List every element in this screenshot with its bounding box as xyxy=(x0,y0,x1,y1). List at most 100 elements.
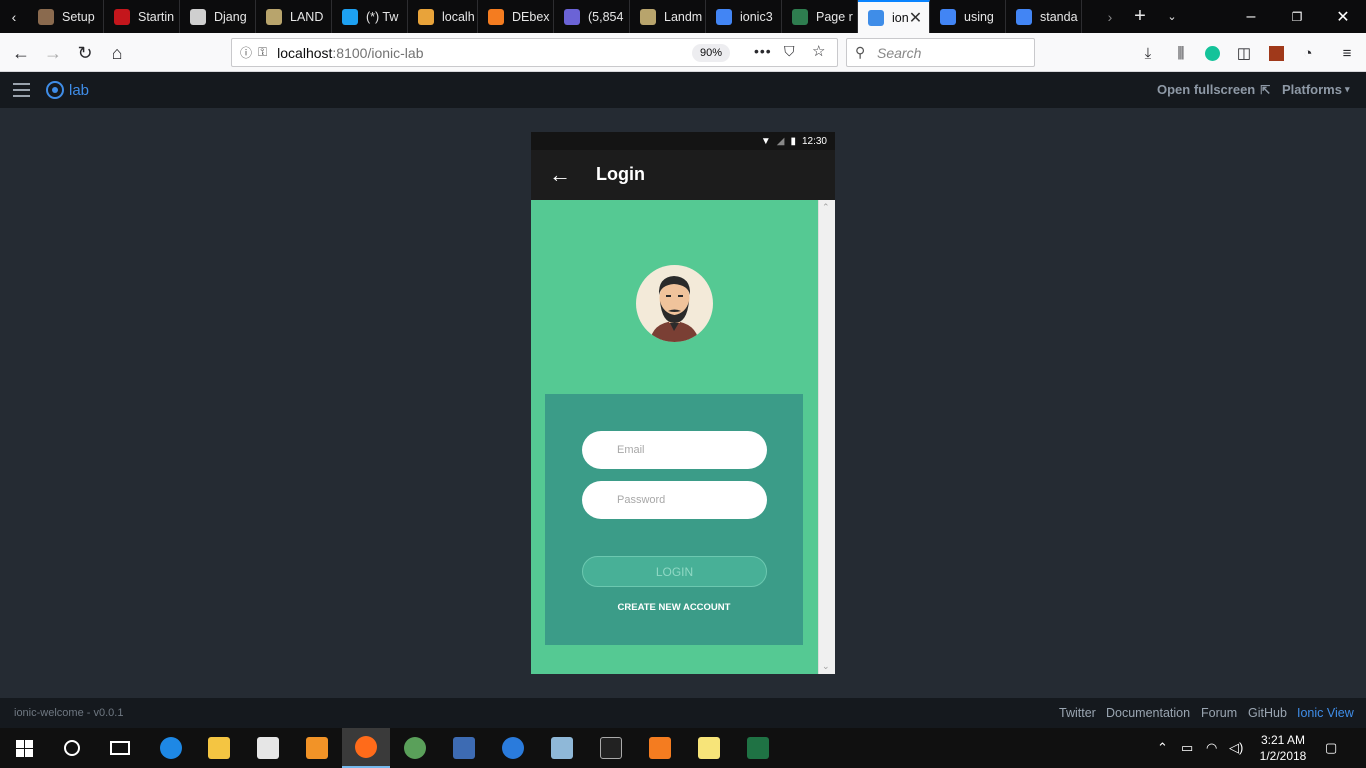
tab-label: ion xyxy=(892,10,909,25)
rd-favicon-icon xyxy=(114,8,130,25)
volume-icon[interactable]: ◁) xyxy=(1229,740,1243,756)
tab-label: Startin xyxy=(138,9,175,24)
scrollbar[interactable]: ⌃ ⌄ xyxy=(818,200,835,674)
battery-tray-icon[interactable]: ▭ xyxy=(1181,740,1193,756)
browser-tab[interactable]: (*) Tw xyxy=(332,0,408,33)
excel-icon[interactable] xyxy=(734,728,782,768)
library-icon[interactable]: ⫼ xyxy=(1170,42,1192,64)
globe-app-icon[interactable] xyxy=(391,728,439,768)
bookmark-star-icon[interactable]: ☆ xyxy=(812,42,825,60)
browser-tab[interactable]: (5,854 xyxy=(554,0,630,33)
scroll-down-icon[interactable]: ⌄ xyxy=(822,661,830,672)
notepad-app-icon[interactable] xyxy=(538,728,586,768)
sublime-text-icon[interactable] xyxy=(293,728,341,768)
footer-link-forum[interactable]: Forum xyxy=(1201,706,1237,720)
close-window-icon[interactable]: ✕ xyxy=(1320,0,1366,33)
email-field[interactable]: Email xyxy=(582,431,767,469)
clock-date: 1/2/2018 xyxy=(1259,749,1307,763)
google-icon xyxy=(1016,8,1032,25)
close-tab-icon[interactable]: ✕ xyxy=(909,8,922,28)
browser-tab[interactable]: Landm xyxy=(630,0,706,33)
file-explorer-icon[interactable] xyxy=(195,728,243,768)
cortana-search-icon[interactable] xyxy=(48,728,96,768)
browser-tab[interactable]: ion ✕ xyxy=(858,0,930,33)
browser-tab[interactable]: Setup xyxy=(28,0,104,33)
footer-link-github[interactable]: GitHub xyxy=(1248,706,1287,720)
bearded-man-avatar-icon xyxy=(650,276,699,342)
password-field[interactable]: Password xyxy=(582,481,767,519)
page-actions-icon[interactable]: ••• xyxy=(754,43,772,59)
tab-label: ionic3 xyxy=(740,9,773,24)
twitter-icon xyxy=(342,8,358,25)
xampp-favicon-icon xyxy=(488,8,504,25)
browser-tab[interactable]: using xyxy=(930,0,1006,33)
info-icon[interactable]: ⓘ xyxy=(240,44,252,61)
xampp-icon[interactable] xyxy=(636,728,684,768)
avatar-favicon-icon xyxy=(38,8,54,25)
zoom-level[interactable]: 90% xyxy=(692,44,731,62)
minimize-icon[interactable]: – xyxy=(1228,0,1274,33)
back-arrow-icon[interactable]: ← xyxy=(549,162,571,188)
platforms-dropdown[interactable]: Platforms ▾ xyxy=(1282,82,1350,97)
restore-icon[interactable]: ❐ xyxy=(1274,0,1320,33)
tab-label: LAND xyxy=(290,9,324,24)
footer-link-documentation[interactable]: Documentation xyxy=(1106,706,1190,720)
ionic-favicon-icon xyxy=(868,9,884,26)
browser-tab[interactable]: Djang xyxy=(180,0,256,33)
tab-label: Page r xyxy=(816,9,853,24)
forward-icon[interactable]: → xyxy=(41,41,65,65)
action-center-icon[interactable]: ▢ xyxy=(1325,740,1337,756)
open-fullscreen-link[interactable]: Open fullscreen ⇱ xyxy=(1157,82,1270,97)
create-account-link[interactable]: CREATE NEW ACCOUNT xyxy=(545,602,803,613)
windows-start-icon[interactable] xyxy=(0,728,48,768)
firefox-icon[interactable] xyxy=(342,728,390,768)
tab-list-icon[interactable]: ⌄ xyxy=(1158,0,1186,33)
browser-tab[interactable]: standa xyxy=(1006,0,1082,33)
browser-tab[interactable]: Page r xyxy=(782,0,858,33)
edge-icon[interactable] xyxy=(147,728,195,768)
extension-2-icon[interactable]: ◔ xyxy=(1297,42,1319,64)
firefox-dev-icon[interactable] xyxy=(489,728,537,768)
navigation-toolbar: ← → ↻ ⌂ ⓘ ⚿ localhost:8100/ionic-lab 90%… xyxy=(0,33,1366,72)
command-prompt-icon[interactable] xyxy=(587,728,635,768)
task-view-icon[interactable] xyxy=(96,728,144,768)
lab-logo-text: lab xyxy=(69,81,90,99)
pocket-icon[interactable]: ⛉ xyxy=(784,43,795,60)
new-tab-icon[interactable]: + xyxy=(1126,0,1154,33)
back-icon[interactable]: ← xyxy=(9,41,33,65)
search-input[interactable]: ⚲ Search xyxy=(846,38,1035,67)
tray-expand-icon[interactable]: ⌃ xyxy=(1157,740,1168,756)
url-bar[interactable]: ⓘ ⚿ localhost:8100/ionic-lab 90% ••• ⛉ ☆ xyxy=(231,38,838,67)
tab-label: Djang xyxy=(214,9,247,24)
scroll-up-icon[interactable]: ⌃ xyxy=(822,202,830,213)
caret-down-icon: ▾ xyxy=(1344,84,1350,94)
browser-tab[interactable]: ionic3 xyxy=(706,0,782,33)
hamburger-icon[interactable] xyxy=(13,83,30,97)
home-icon[interactable]: ⌂ xyxy=(105,41,129,65)
wifi-icon: ▼ xyxy=(760,135,771,147)
browser-tab[interactable]: DEbex xyxy=(478,0,554,33)
lab-footer: ionic-welcome - v0.0.1 Twitter Documenta… xyxy=(0,698,1366,728)
browser-tab[interactable]: LAND xyxy=(256,0,332,33)
avatar xyxy=(636,265,713,342)
network-app-icon[interactable] xyxy=(440,728,488,768)
browser-tab[interactable]: Startin xyxy=(104,0,180,33)
login-button[interactable]: LOGIN xyxy=(582,556,767,587)
grammarly-icon[interactable] xyxy=(1201,42,1223,64)
signal-icon: ◢ xyxy=(776,135,785,147)
tab-scroll-right-icon[interactable]: › xyxy=(1096,0,1124,33)
extension-icon[interactable] xyxy=(1265,42,1287,64)
wifi-tray-icon[interactable]: ◠ xyxy=(1206,740,1217,756)
tab-scroll-left-icon[interactable]: ‹ xyxy=(0,0,28,33)
sticky-notes-icon[interactable] xyxy=(685,728,733,768)
menu-icon[interactable]: ≡ xyxy=(1336,42,1358,64)
sidebar-icon[interactable]: ◫ xyxy=(1233,42,1255,64)
store-icon[interactable] xyxy=(244,728,292,768)
footer-link-twitter[interactable]: Twitter xyxy=(1059,706,1096,720)
browser-tab[interactable]: localh xyxy=(408,0,478,33)
download-icon[interactable]: ⤓ xyxy=(1137,42,1159,64)
footer-link-ionic-view[interactable]: Ionic View xyxy=(1297,706,1354,720)
system-clock[interactable]: 3:21 AM 1/2/2018 xyxy=(1248,732,1318,764)
reload-icon[interactable]: ↻ xyxy=(73,41,97,65)
tab-label: using xyxy=(964,9,994,24)
